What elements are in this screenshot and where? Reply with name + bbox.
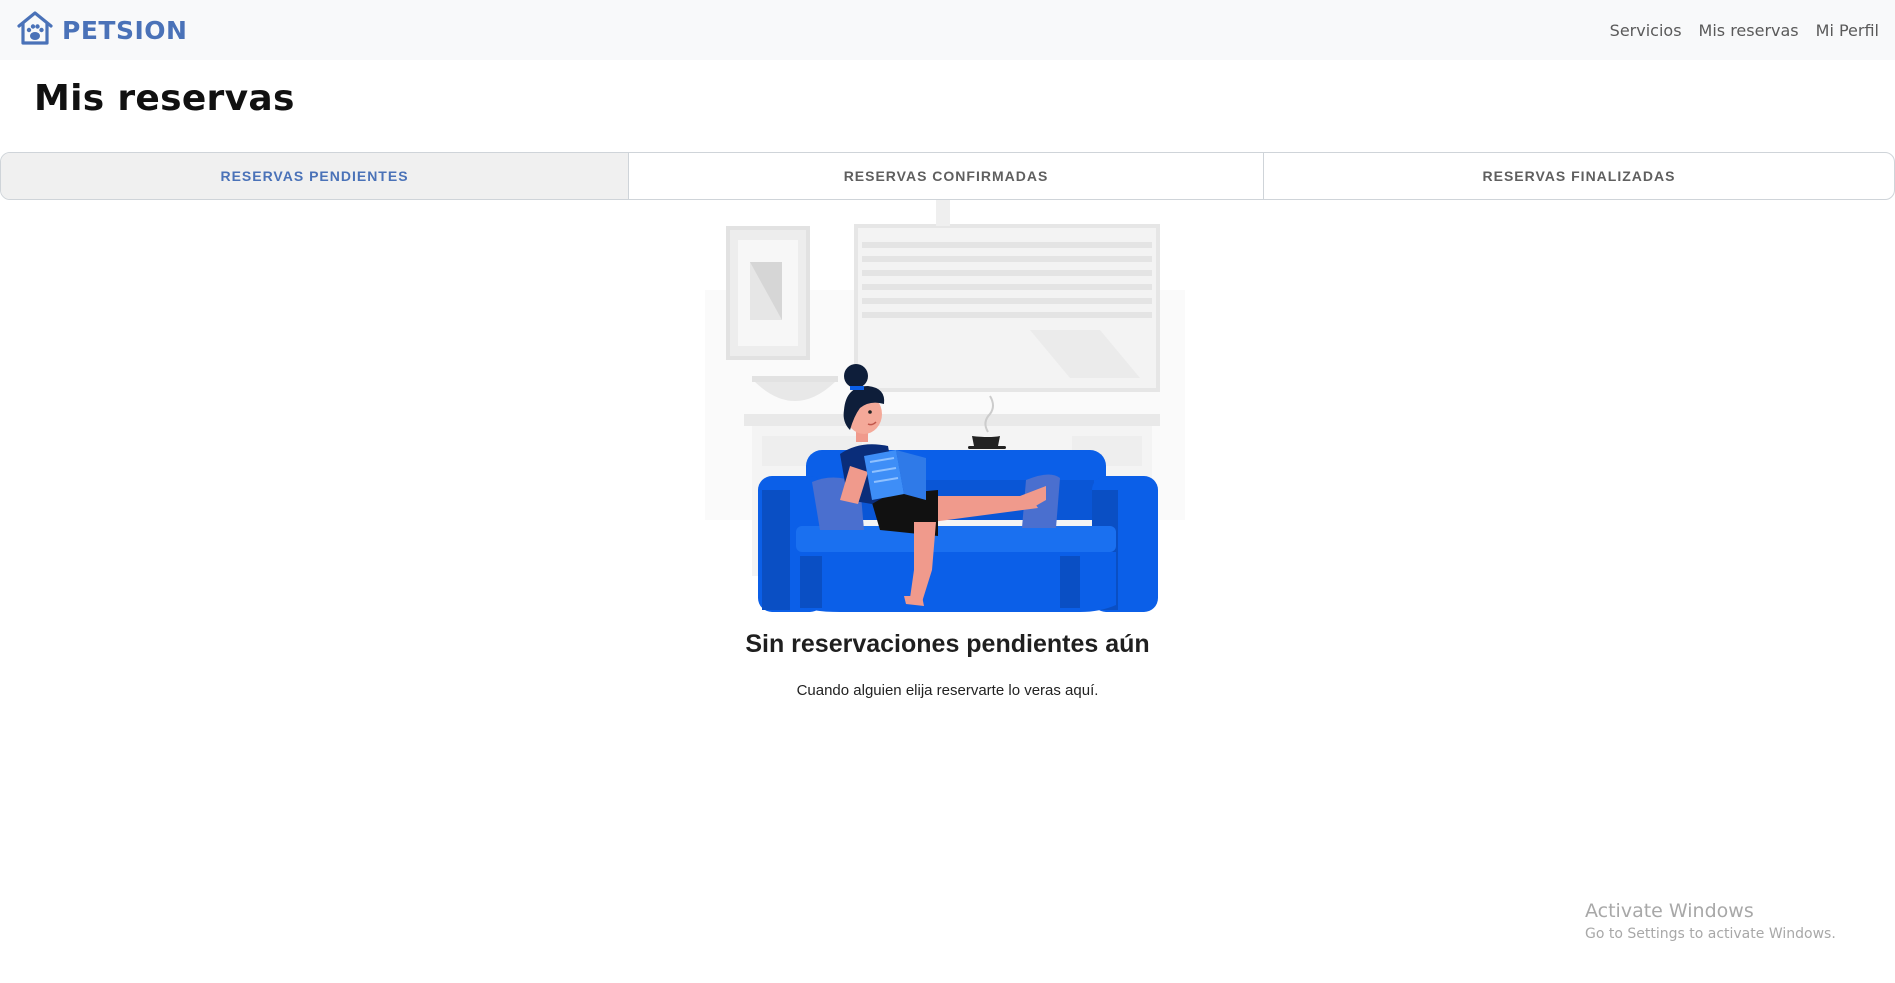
sofa	[758, 450, 1158, 612]
watermark-subtitle: Go to Settings to activate Windows.	[1585, 926, 1836, 942]
tab-pendientes[interactable]: RESERVAS PENDIENTES	[1, 153, 629, 199]
navbar: PETSION Servicios Mis reservas Mi Perfil	[0, 0, 1895, 60]
nav-link-mis-reservas[interactable]: Mis reservas	[1699, 21, 1799, 40]
tab-confirmadas[interactable]: RESERVAS CONFIRMADAS	[629, 153, 1264, 199]
nav-link-mi-perfil[interactable]: Mi Perfil	[1816, 21, 1879, 40]
nav-links: Servicios Mis reservas Mi Perfil	[1610, 21, 1879, 40]
empty-state-title: Sin reservaciones pendientes aún	[745, 630, 1150, 658]
empty-state-illustration	[700, 200, 1200, 620]
brand-link[interactable]: PETSION	[16, 10, 187, 51]
watermark-title: Activate Windows	[1585, 900, 1754, 922]
house-paw-icon	[16, 10, 54, 51]
page-title: Mis reservas	[34, 78, 295, 119]
nav-link-servicios[interactable]: Servicios	[1610, 21, 1682, 40]
tab-finalizadas[interactable]: RESERVAS FINALIZADAS	[1264, 153, 1894, 199]
brand-name: PETSION	[62, 15, 188, 45]
reservation-tabs: RESERVAS PENDIENTES RESERVAS CONFIRMADAS…	[0, 152, 1895, 200]
windows-activation-watermark: Activate Windows Go to Settings to activ…	[1585, 900, 1836, 942]
empty-state-subtitle: Cuando alguien elija reservarte lo veras…	[796, 682, 1099, 699]
